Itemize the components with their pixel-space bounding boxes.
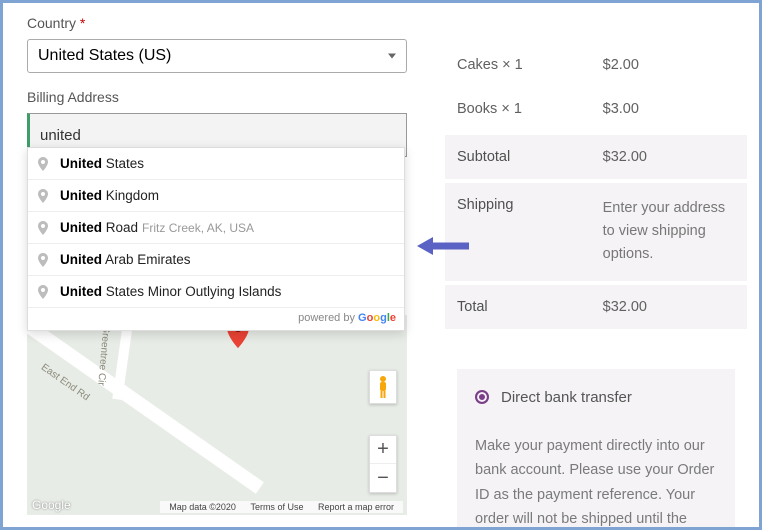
country-select-value: United States (US) <box>38 47 171 65</box>
payment-method-radio[interactable]: Direct bank transfer <box>475 389 717 406</box>
chevron-down-icon <box>388 54 396 59</box>
autocomplete-text: United States Minor Outlying Islands <box>60 284 281 299</box>
autocomplete-text: United RoadFritz Creek, AK, USA <box>60 220 254 235</box>
autocomplete-item[interactable]: United Arab Emirates <box>28 243 404 275</box>
cart-shipping-row: Shipping Enter your address to view ship… <box>445 183 747 281</box>
cart-line-item: Cakes × 1 $2.00 <box>457 43 735 87</box>
autocomplete-item[interactable]: United States Minor Outlying Islands <box>28 275 404 307</box>
zoom-in-button[interactable]: + <box>370 436 396 464</box>
autocomplete-text: United Arab Emirates <box>60 252 191 267</box>
pin-icon <box>38 221 48 235</box>
autocomplete-text: United States <box>60 156 144 171</box>
google-logo: Google <box>32 498 71 512</box>
zoom-control: + − <box>369 435 397 493</box>
cart-subtotal-row: Subtotal $32.00 <box>445 135 747 179</box>
country-select[interactable]: United States (US) <box>27 39 407 73</box>
payment-method-label: Direct bank transfer <box>501 389 632 406</box>
autocomplete-footer: powered by Google <box>28 307 404 330</box>
pin-icon <box>38 189 48 203</box>
pin-icon <box>38 253 48 267</box>
pin-icon <box>38 157 48 171</box>
pegman-icon[interactable] <box>369 370 397 404</box>
autocomplete-item[interactable]: United Kingdom <box>28 179 404 211</box>
autocomplete-dropdown: United States United Kingdom United Road… <box>27 147 405 331</box>
autocomplete-item[interactable]: United RoadFritz Creek, AK, USA <box>28 211 404 243</box>
terms-link[interactable]: Terms of Use <box>250 502 303 512</box>
payment-description: Make your payment directly into our bank… <box>475 434 717 530</box>
cart-total-row: Total $32.00 <box>445 285 747 329</box>
autocomplete-text: United Kingdom <box>60 188 159 203</box>
autocomplete-item[interactable]: United States <box>28 148 404 179</box>
report-map-link[interactable]: Report a map error <box>318 502 394 512</box>
map-attribution: Map data ©2020 Terms of Use Report a map… <box>160 501 403 513</box>
billing-address-label: Billing Address <box>27 89 407 105</box>
zoom-out-button[interactable]: − <box>370 464 396 492</box>
country-label: Country * <box>27 15 407 31</box>
cart-line-item: Books × 1 $3.00 <box>457 87 735 131</box>
map[interactable]: East End Rd Greentree Cir + − Google Map… <box>27 315 407 515</box>
annotation-arrow-icon <box>415 235 471 257</box>
radio-checked-icon <box>475 390 489 404</box>
payment-method-box: Direct bank transfer Make your payment d… <box>457 369 735 530</box>
pin-icon <box>38 285 48 299</box>
